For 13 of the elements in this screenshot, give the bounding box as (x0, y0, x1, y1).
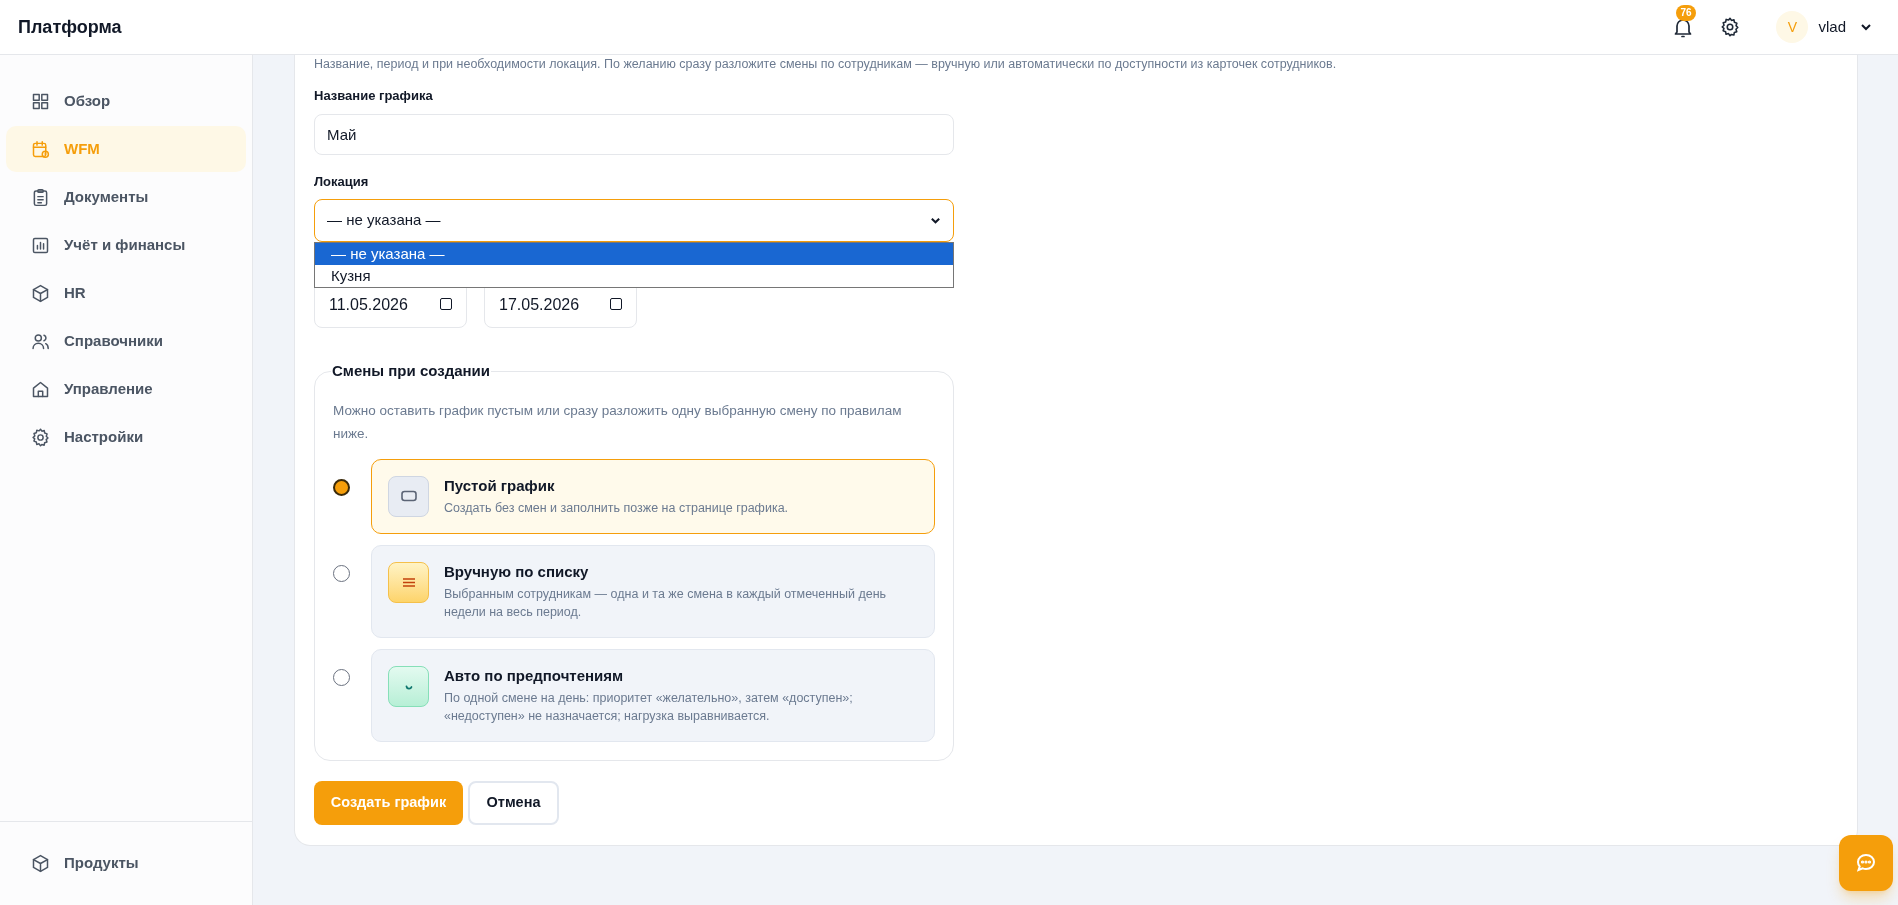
form-description: Название, период и при необходимости локация. По желанию сразу разложите смены по сотрудникам — вручную или автоматически по доступности из карточек сотрудников. (314, 56, 1338, 72)
app-title: Платформа (18, 15, 122, 39)
group-hint: Можно оставить график пустым или сразу разложить одну выбранную смену по правилам ниже. (333, 401, 903, 443)
group-legend: Смены при создании (331, 360, 492, 383)
option-description: Выбранным сотрудникам — одна и та же смена в каждый отмеченный день недели на весь период. (444, 585, 888, 621)
field-label: Локация (314, 172, 370, 191)
option-description: По одной смене на день: приоритет «желательно», затем «доступен»; «недоступен» не назначается; нагрузка выравнивается. (444, 689, 854, 725)
option-description: Создать без смен и заполнить позже на странице графика. (444, 499, 789, 517)
field-label: Название графика (314, 87, 434, 105)
option-title: Вручную по списку (444, 561, 590, 582)
notification-badge: 76 (1676, 5, 1696, 21)
option-title: Пустой график (444, 475, 556, 496)
option-title: Авто по предпочтениям (444, 665, 625, 686)
